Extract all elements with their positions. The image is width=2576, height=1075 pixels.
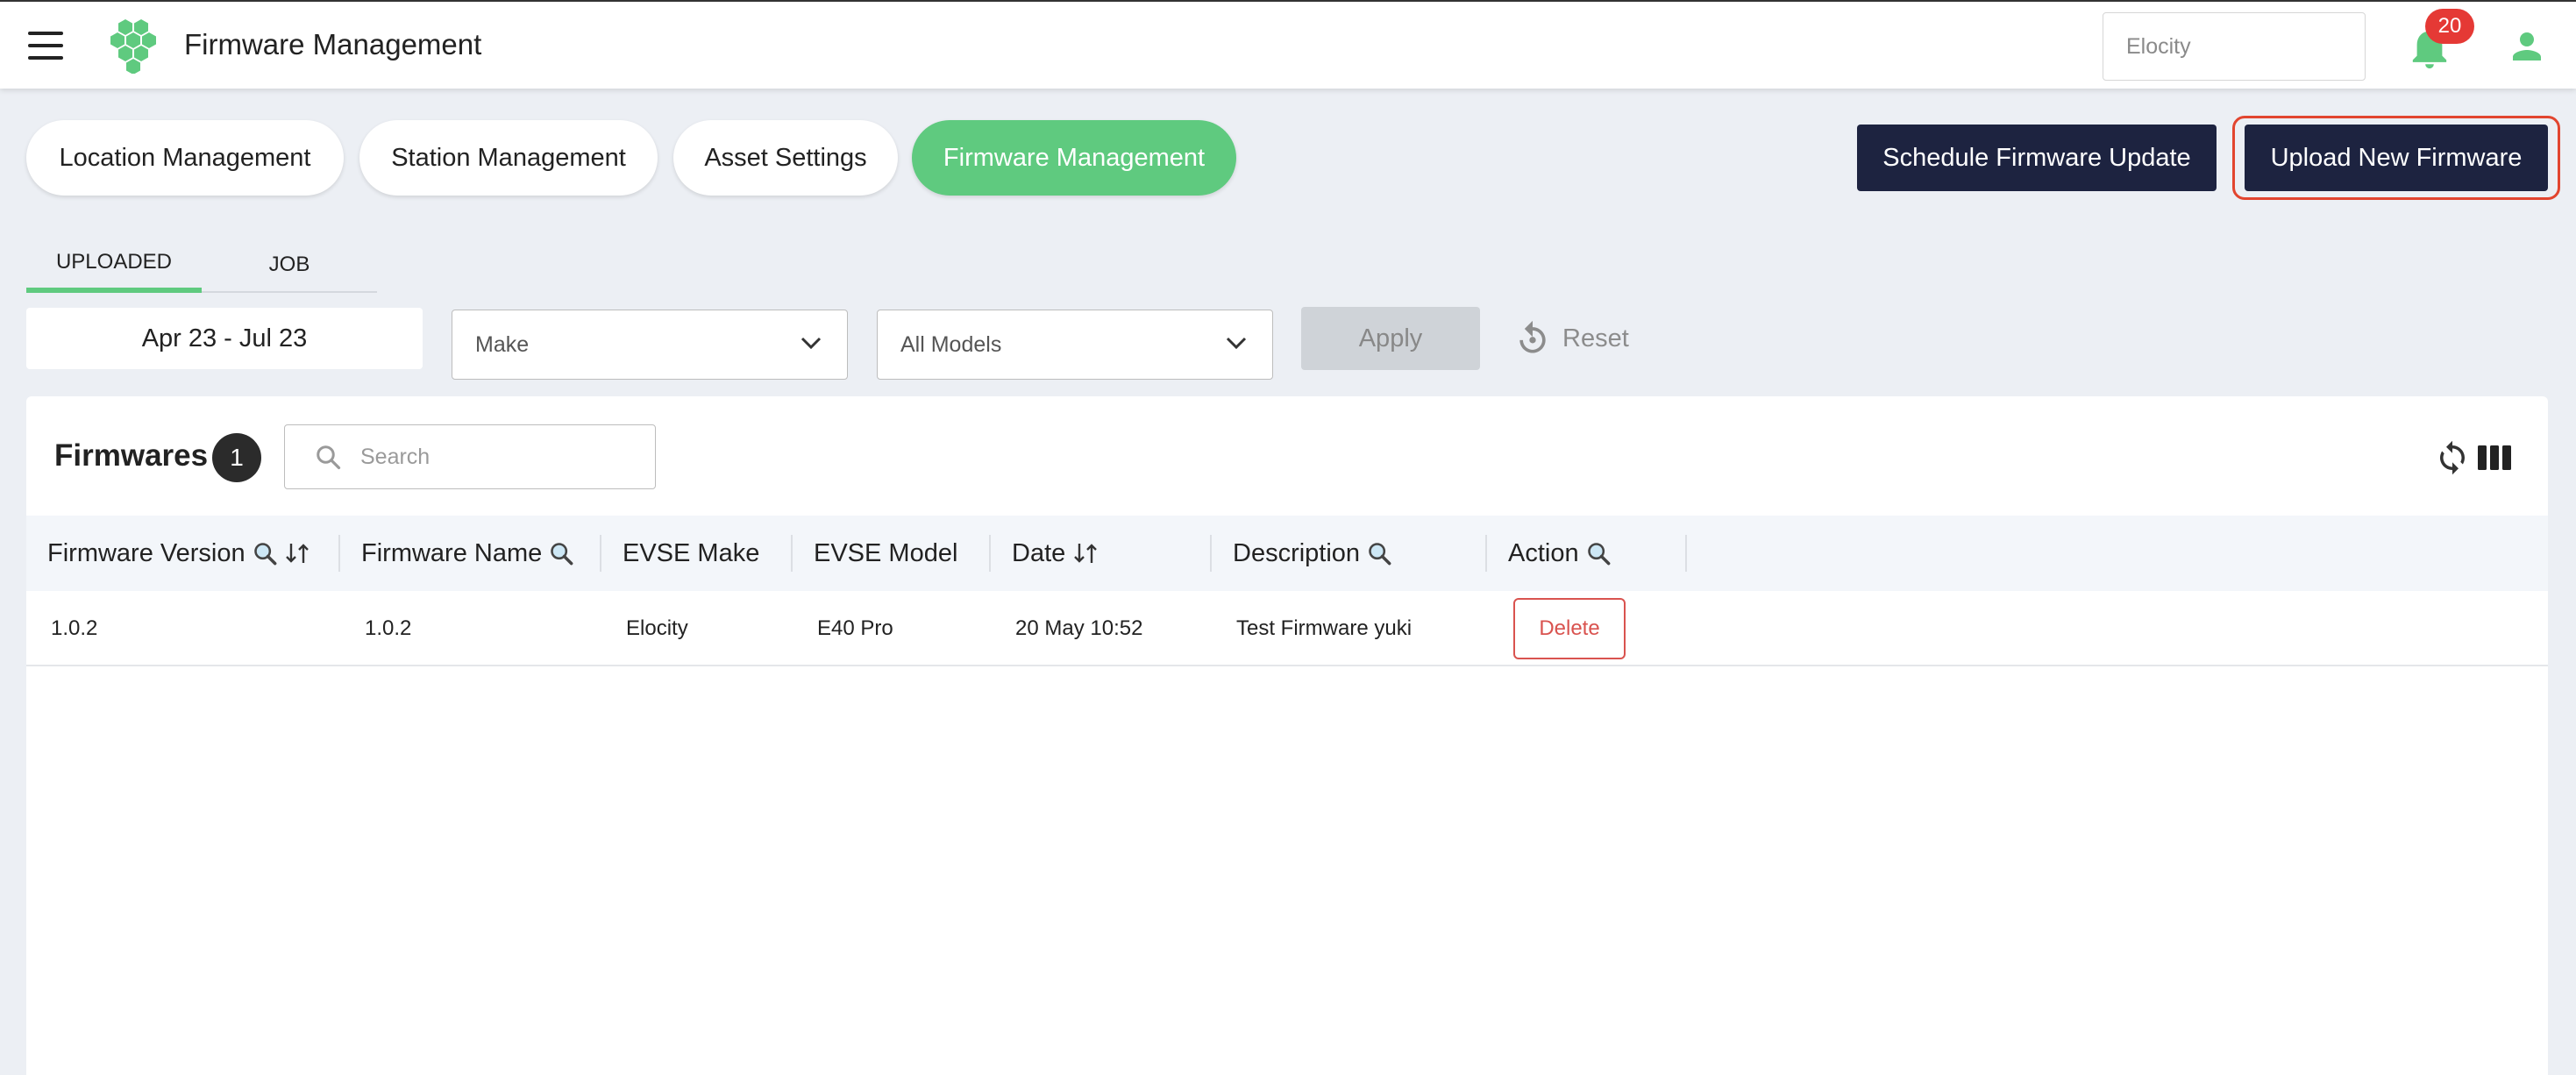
organization-value: Elocity <box>2126 33 2191 59</box>
columns-icon[interactable] <box>2478 444 2511 472</box>
search-icon[interactable] <box>1367 541 1391 566</box>
sort-icon[interactable] <box>1072 541 1099 566</box>
firmware-count-badge: 1 <box>212 433 261 482</box>
tab-uploaded[interactable]: UPLOADED <box>26 237 202 293</box>
search-input[interactable] <box>360 444 641 470</box>
chevron-down-icon <box>1226 337 1247 350</box>
model-select-value: All Models <box>900 331 1002 357</box>
cell-evse-model: E40 Pro <box>817 616 893 640</box>
make-select-value: Make <box>475 331 530 357</box>
column-header-date[interactable]: Date <box>991 516 1212 591</box>
menu-icon[interactable] <box>28 32 63 60</box>
hexagon-logo-icon <box>110 19 156 74</box>
table-header: Firmware Version Firmware Name EVSE Make… <box>26 516 2548 591</box>
module-asset-settings[interactable]: Asset Settings <box>673 120 898 196</box>
sort-icon[interactable] <box>284 541 310 566</box>
make-select[interactable]: Make <box>452 310 848 380</box>
app-bar: Firmware Management Elocity 20 <box>0 0 2576 89</box>
user-account-icon[interactable] <box>2509 28 2544 65</box>
table-row: 1.0.2 1.0.2 Elocity E40 Pro 20 May 10:52… <box>26 591 2548 666</box>
refresh-icon[interactable] <box>2434 438 2471 477</box>
module-location-management[interactable]: Location Management <box>26 120 344 196</box>
column-header-evse-make[interactable]: EVSE Make <box>601 516 793 591</box>
column-header-action[interactable]: Action <box>1487 516 1687 591</box>
cell-description: Test Firmware yuki <box>1236 616 1413 640</box>
search-field[interactable] <box>284 424 656 489</box>
model-select[interactable]: All Models <box>877 310 1273 380</box>
search-icon[interactable] <box>549 541 573 566</box>
column-header-firmware-version[interactable]: Firmware Version <box>26 516 340 591</box>
firmware-tabs: UPLOADED JOB <box>26 237 377 293</box>
apply-button[interactable]: Apply <box>1301 307 1480 370</box>
cell-firmware-name: 1.0.2 <box>365 616 412 640</box>
chevron-down-icon <box>801 337 822 350</box>
column-header-description[interactable]: Description <box>1212 516 1487 591</box>
reset-icon <box>1519 320 1546 353</box>
upload-new-firmware-button[interactable]: Upload New Firmware <box>2245 125 2548 191</box>
search-icon <box>317 445 341 470</box>
search-icon[interactable] <box>253 541 277 566</box>
schedule-firmware-update-button[interactable]: Schedule Firmware Update <box>1857 125 2217 191</box>
delete-button[interactable]: Delete <box>1513 598 1626 659</box>
column-header-evse-model[interactable]: EVSE Model <box>793 516 991 591</box>
column-header-firmware-name[interactable]: Firmware Name <box>340 516 601 591</box>
cell-date: 20 May 10:52 <box>1015 616 1143 640</box>
date-range-picker[interactable]: Apr 23 - Jul 23 <box>26 308 423 369</box>
module-firmware-management[interactable]: Firmware Management <box>912 120 1236 196</box>
table-title: Firmwares <box>54 438 209 473</box>
reset-button[interactable]: Reset <box>1513 316 1629 361</box>
search-icon[interactable] <box>1586 541 1611 566</box>
notification-count-badge: 20 <box>2425 9 2474 44</box>
firmwares-card: Firmwares 1 Firmware Version Fi <box>26 396 2548 1075</box>
tab-job[interactable]: JOB <box>202 237 377 293</box>
cell-evse-make: Elocity <box>626 616 688 640</box>
page-title: Firmware Management <box>184 28 482 61</box>
module-station-management[interactable]: Station Management <box>359 120 658 196</box>
organization-select[interactable]: Elocity <box>2103 12 2366 81</box>
reset-label: Reset <box>1562 324 1629 352</box>
cell-firmware-version: 1.0.2 <box>51 616 98 640</box>
